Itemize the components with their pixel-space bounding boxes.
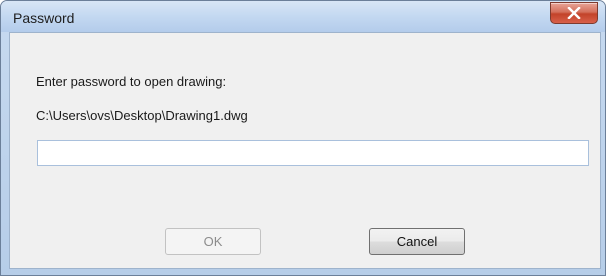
prompt-label: Enter password to open drawing: [36, 74, 227, 89]
close-icon [567, 7, 581, 19]
dialog-body: Enter password to open drawing: C:\Users… [9, 32, 601, 269]
file-path-label: C:\Users\ovs\Desktop\Drawing1.dwg [36, 108, 248, 123]
close-button[interactable] [550, 2, 598, 24]
ok-button[interactable]: OK [165, 228, 261, 255]
password-input[interactable] [37, 140, 589, 166]
title-bar[interactable]: Password [1, 1, 605, 32]
cancel-button[interactable]: Cancel [369, 228, 465, 255]
window-title: Password [13, 10, 75, 26]
password-dialog: Password Enter password to open drawing:… [0, 0, 606, 276]
